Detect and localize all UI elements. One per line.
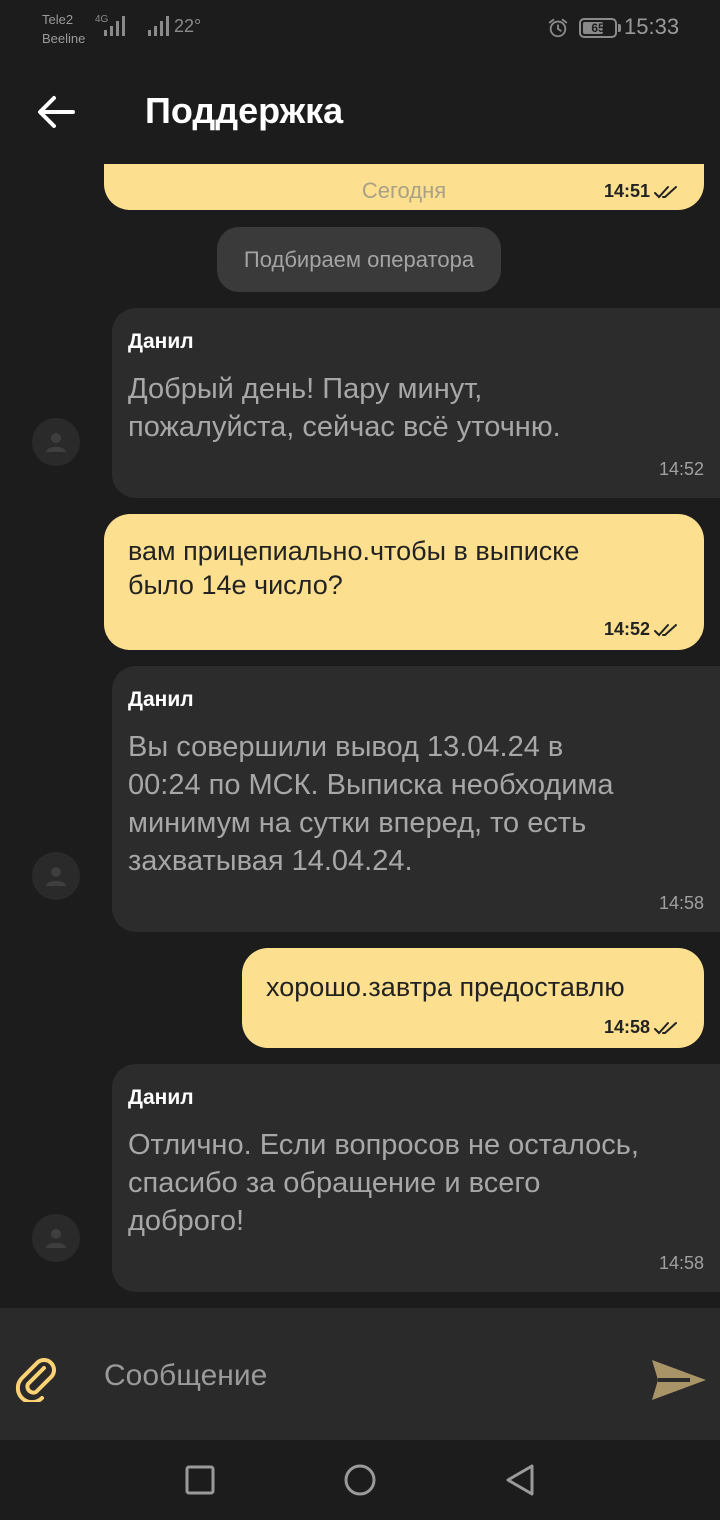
message-text: хорошо.завтра предоставлю xyxy=(266,972,625,1002)
message-text: Вы совершили вывод 13.04.24 в 00:24 по М… xyxy=(128,731,614,877)
message-text: Добрый день! Пару минут, пожалуйста, сей… xyxy=(128,373,561,443)
back-arrow-icon xyxy=(38,96,75,128)
carrier-names: Tele2 Beeline xyxy=(42,10,85,48)
message-bubble-incoming[interactable]: Данил Отлично. Если вопросов не осталось… xyxy=(112,1064,720,1292)
message-text: вам прицепиально.чтобы в выписке было 14… xyxy=(128,536,580,600)
status-bar: Tele2 Beeline 4G 22° 65 15:33 xyxy=(0,0,720,56)
signal-icon xyxy=(148,14,169,36)
message-text: Отлично. Если вопросов не осталось, спас… xyxy=(128,1129,639,1237)
message-time: 14:52 xyxy=(604,619,680,640)
double-check-icon xyxy=(654,185,677,198)
message-time: 14:58 xyxy=(658,893,704,913)
carrier-2: Beeline xyxy=(42,31,86,46)
temperature: 22° xyxy=(174,16,202,36)
page-title: Поддержка xyxy=(145,90,344,131)
sender-name: Данил xyxy=(128,330,194,353)
battery-icon: 65 xyxy=(579,18,617,38)
user-icon xyxy=(46,1229,66,1248)
nav-recents-icon[interactable] xyxy=(182,1462,218,1498)
message-bubble-incoming[interactable]: Данил Добрый день! Пару минут, пожалуйст… xyxy=(112,308,720,498)
double-check-icon xyxy=(654,623,677,636)
nav-home-icon[interactable] xyxy=(342,1462,378,1498)
chat-area[interactable]: Сегодня 14:51 Подбираем оператора Данил … xyxy=(0,164,720,1308)
message-bubble-outgoing[interactable]: Сегодня 14:51 xyxy=(104,164,704,210)
user-icon xyxy=(46,867,66,886)
avatar xyxy=(32,852,80,900)
battery-tip xyxy=(618,24,621,32)
system-nav-bar xyxy=(0,1440,720,1520)
nav-back-icon[interactable] xyxy=(502,1462,538,1498)
status-time: 15:33 xyxy=(624,14,680,39)
signal-icon xyxy=(104,14,125,36)
sender-name: Данил xyxy=(128,688,194,711)
sender-name: Данил xyxy=(128,1086,194,1109)
back-button[interactable] xyxy=(30,88,82,136)
double-check-icon xyxy=(654,1021,677,1034)
app-header: Поддержка xyxy=(0,60,720,164)
alarm-icon xyxy=(548,18,568,38)
avatar xyxy=(32,418,80,466)
avatar xyxy=(32,1214,80,1262)
send-icon[interactable] xyxy=(650,1356,708,1404)
carrier-1: Tele2 xyxy=(42,12,74,27)
message-bubble-outgoing[interactable]: вам прицепиально.чтобы в выписке было 14… xyxy=(104,514,704,650)
user-icon xyxy=(46,433,66,452)
message-bubble-outgoing[interactable]: хорошо.завтра предоставлю 14:58 xyxy=(242,948,704,1048)
system-message: Подбираем оператора xyxy=(217,227,501,292)
message-time: 14:51 xyxy=(604,181,680,202)
message-time: 14:58 xyxy=(604,1017,680,1038)
message-input[interactable] xyxy=(96,1348,616,1404)
battery-level: 65 xyxy=(591,21,605,35)
message-composer xyxy=(0,1308,720,1440)
message-time: 14:52 xyxy=(658,459,704,479)
message-bubble-incoming[interactable]: Данил Вы совершили вывод 13.04.24 в 00:2… xyxy=(112,666,720,932)
paperclip-icon[interactable] xyxy=(14,1354,62,1402)
message-time: 14:58 xyxy=(658,1253,704,1273)
